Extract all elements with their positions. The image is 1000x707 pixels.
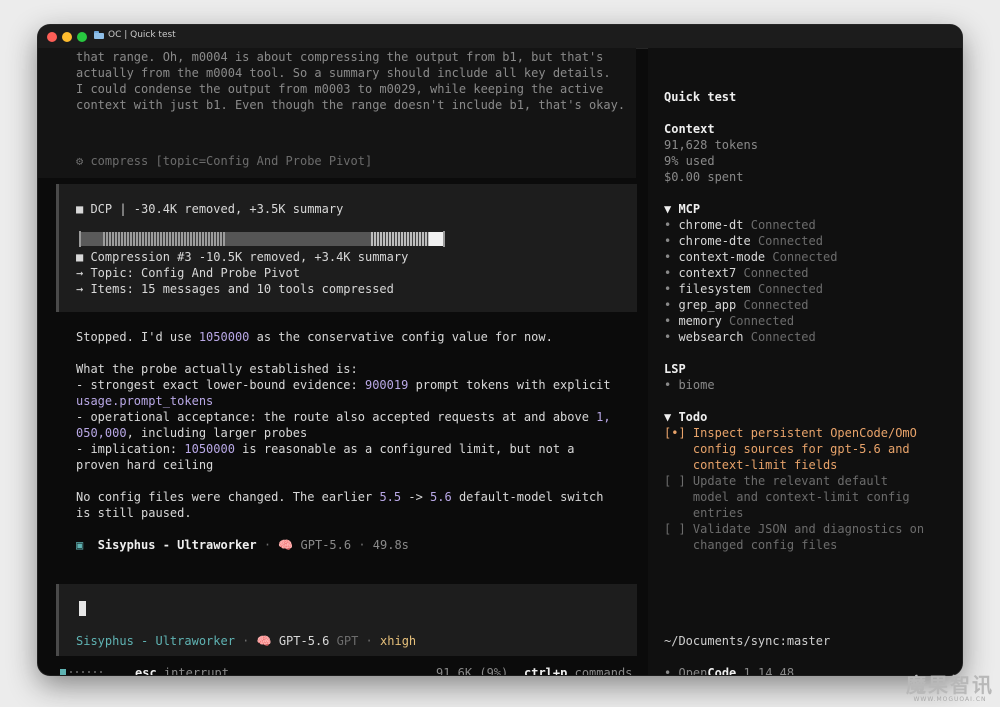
bar-segment (371, 232, 429, 246)
compression-items: → Items: 15 messages and 10 tools compre… (76, 282, 394, 296)
todo-item: [•] Inspect persistent OpenCode/OmO (664, 426, 917, 440)
minimize-window-button[interactable] (62, 32, 72, 42)
reasoning-line: I could condense the output from m0003 t… (76, 82, 604, 96)
todo-heading[interactable]: ▼ Todo (664, 409, 707, 425)
compression-topic: → Topic: Config And Probe Pivot (76, 266, 300, 280)
mcp-item[interactable]: • filesystem Connected (664, 281, 823, 297)
esc-interrupt-hint[interactable]: esc interrupt (135, 665, 229, 675)
title-bar: OC | Quick test (38, 25, 962, 49)
brain-icon: 🧠 (278, 538, 294, 552)
response-line: is still paused. (76, 506, 192, 520)
context-spent: $0.00 spent (664, 170, 744, 184)
bar-segment (81, 232, 103, 246)
reasoning-line: actually from the m0004 tool. So a summa… (76, 66, 611, 80)
conversation-pane: that range. Oh, m0004 is about compressi… (38, 48, 648, 675)
reasoning-line: that range. Oh, m0004 is about compressi… (76, 50, 604, 64)
mcp-item[interactable]: • grep_app Connected (664, 297, 809, 313)
agent-footer: ▣ Sisyphus - Ultraworker · 🧠 GPT-5.6 · 4… (76, 538, 409, 552)
todo-item: [ ] Update the relevant default (664, 474, 888, 488)
watermark-text: 魔果智讯 (906, 673, 994, 697)
reasoning-block: that range. Oh, m0004 is about compressi… (38, 48, 636, 178)
window-title-text: OC | Quick test (108, 30, 176, 40)
text-cursor (79, 601, 86, 616)
context-heading: Context (664, 122, 715, 136)
folder-icon (94, 31, 104, 39)
commands-hint[interactable]: ctrl+p commands (524, 665, 632, 675)
bar-segment (225, 232, 371, 246)
tool-call-compress[interactable]: ⚙ compress [topic=Config And Probe Pivot… (76, 153, 372, 169)
todo-item: context-limit fields (692, 458, 838, 472)
close-window-button[interactable] (47, 32, 57, 42)
response-line: - strongest exact lower-bound evidence: … (76, 378, 611, 392)
mcp-item[interactable]: • chrome-dt Connected (664, 217, 816, 233)
compression-line: ■ Compression #3 -10.5K removed, +3.4K s… (76, 250, 409, 264)
dcp-header: ■ DCP | -30.4K removed, +3.5K summary (76, 202, 344, 216)
terminal-window: OC | Quick test that range. Oh, m0004 is… (38, 25, 962, 675)
reasoning-line: context with just b1. Even though the ra… (76, 98, 626, 112)
response-line: 050,000, including larger probes (76, 426, 308, 440)
response-line: Stopped. I'd use 1050000 as the conserva… (76, 330, 553, 344)
model-selector[interactable]: GPT-5.6 (279, 634, 330, 648)
effort-selector[interactable]: xhigh (380, 634, 416, 648)
window-title: OC | Quick test (94, 30, 176, 40)
todo-checkbox[interactable]: [ ] (664, 522, 686, 536)
compression-bar (79, 231, 453, 247)
response-line: No config files were changed. The earlie… (76, 490, 604, 504)
response-line: proven hard ceiling (76, 458, 214, 472)
input-agent-bar: Sisyphus - Ultraworker · 🧠 GPT-5.6 GPT ·… (76, 634, 417, 648)
sidebar: Quick test Context 91,628 tokens 9% used… (648, 48, 962, 675)
watermark: 魔果智讯 WWW.MOGUOAI.CN (906, 674, 994, 703)
bar-segment (429, 232, 443, 246)
lsp-heading: LSP (664, 362, 686, 376)
brain-icon: 🧠 (256, 634, 272, 648)
context-used: 9% used (664, 154, 715, 168)
context-tokens: 91,628 tokens (664, 138, 758, 152)
zoom-window-button[interactable] (77, 32, 87, 42)
bar-segment (103, 232, 225, 246)
token-usage: 91.6K (9%) (436, 666, 509, 675)
working-directory: ~/Documents/sync:master (664, 634, 831, 648)
bar-right-edge (443, 231, 445, 247)
response-line: What the probe actually established is: (76, 362, 358, 376)
response-line: - operational acceptance: the route also… (76, 410, 611, 424)
agent-selector[interactable]: Sisyphus - Ultraworker (76, 634, 235, 648)
app-version: • OpenCode 1.14.48 (664, 666, 795, 675)
todo-checkbox[interactable]: [ ] (664, 474, 686, 488)
response-code: usage.prompt_tokens (76, 394, 214, 408)
todo-item: [ ] Validate JSON and diagnostics on (664, 522, 925, 536)
mcp-heading[interactable]: ▼ MCP (664, 201, 700, 217)
watermark-url: WWW.MOGUOAI.CN (913, 696, 987, 703)
session-title: Quick test (664, 90, 737, 104)
mcp-item[interactable]: • websearch Connected (664, 329, 816, 345)
activity-spinner (60, 669, 102, 675)
mcp-item[interactable]: • context7 Connected (664, 265, 809, 281)
response-line: - implication: 1050000 is reasonable as … (76, 442, 575, 456)
todo-item: changed config files (692, 538, 838, 552)
todo-item: model and context-limit config (692, 490, 910, 504)
mcp-item[interactable]: • context-mode Connected (664, 249, 837, 265)
mcp-item[interactable]: • memory Connected (664, 313, 794, 329)
lsp-item: • biome (664, 378, 715, 392)
todo-item: entries (692, 506, 744, 520)
provider-label: GPT (336, 634, 359, 648)
todo-item: config sources for gpt-5.6 and (692, 442, 910, 456)
todo-checkbox[interactable]: [•] (664, 426, 686, 440)
mcp-item[interactable]: • chrome-dte Connected (664, 233, 823, 249)
agent-square-icon: ▣ (76, 538, 84, 552)
